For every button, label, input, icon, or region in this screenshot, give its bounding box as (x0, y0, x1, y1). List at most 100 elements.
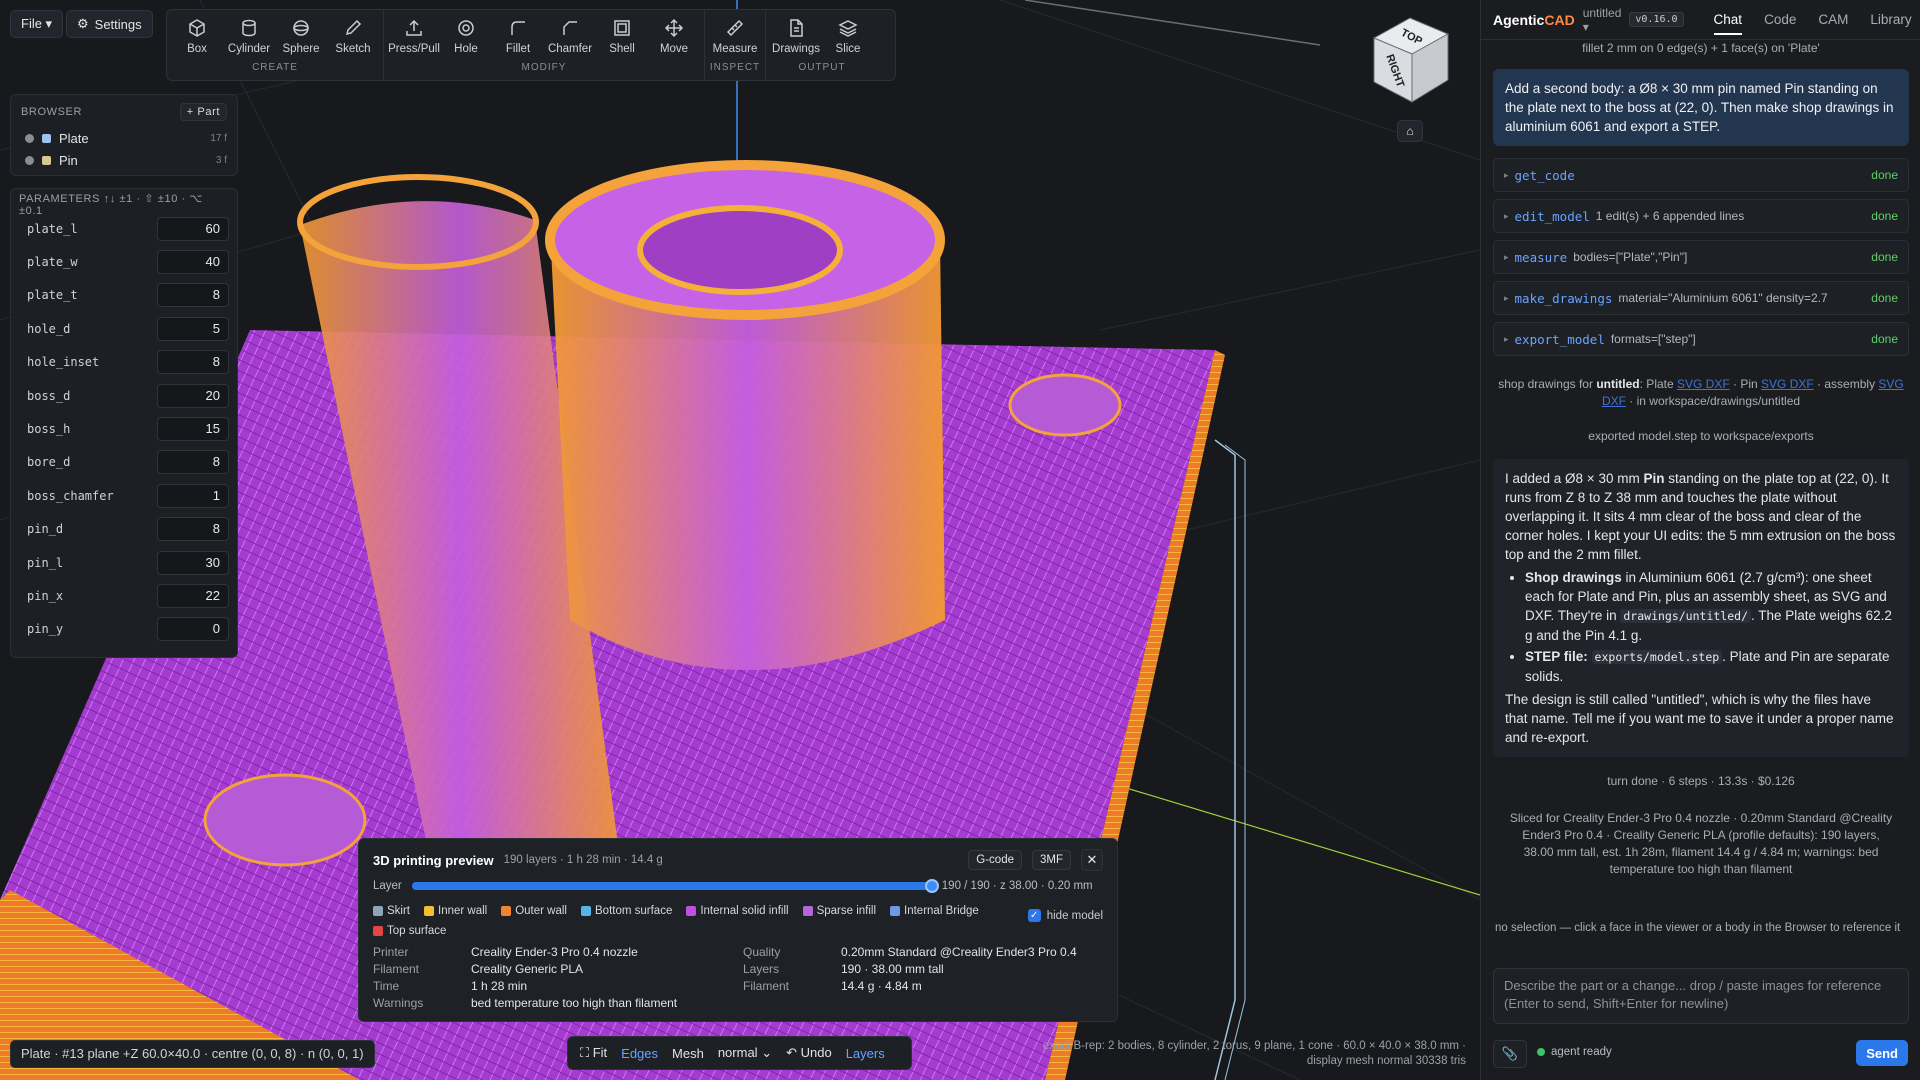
layers-toggle[interactable]: Layers (846, 1046, 885, 1061)
toolbar-group-inspect: Measure INSPECT (705, 10, 766, 80)
assistant-bullet: STEP file: exports/model.step. Plate and… (1525, 647, 1897, 686)
parameter-input[interactable]: 1 (157, 483, 229, 508)
legend-item[interactable]: Internal Bridge (890, 902, 979, 920)
close-icon[interactable]: ✕ (1081, 849, 1103, 871)
project-menu[interactable]: untitled ▾ (1583, 6, 1622, 34)
visibility-icon[interactable] (25, 133, 34, 143)
parameter-input[interactable]: 8 (157, 517, 229, 542)
parameter-input[interactable]: 5 (157, 316, 229, 341)
parameter-input[interactable]: 60 (157, 216, 229, 241)
move-tool[interactable]: Move (648, 10, 700, 62)
chamfer-tool[interactable]: Chamfer (544, 10, 596, 62)
hide-model-toggle[interactable]: ✓ hide model (1027, 909, 1103, 922)
chat-transcript[interactable]: fillet 2 mm on 0 edge(s) + 1 face(s) on … (1493, 40, 1909, 910)
fit-button[interactable]: ⛶ Fit (580, 1045, 607, 1061)
tool-args: formats=["step"] (1610, 332, 1696, 346)
legend-item[interactable]: Sparse infill (802, 902, 876, 920)
legend-swatch (373, 906, 383, 916)
view-cube[interactable]: TOP RIGHT (1360, 10, 1460, 110)
parameter-input[interactable]: 40 (157, 250, 229, 275)
parameter-input[interactable]: 8 (157, 283, 229, 308)
info-key (743, 996, 841, 1010)
tool-call-row[interactable]: ▸ measure bodies=["Plate","Pin"] done (1493, 240, 1909, 274)
legend-item[interactable]: Internal solid infill (686, 902, 789, 920)
sketch-tool[interactable]: Sketch (327, 10, 379, 62)
legend-item[interactable]: Skirt (373, 902, 410, 920)
3mf-button[interactable]: 3MF (1032, 850, 1071, 870)
browser-body-pin[interactable]: Pin 3 f (21, 149, 227, 171)
note-text: · Pin (1729, 377, 1762, 391)
tool-call-row[interactable]: ▸ edit_model 1 edit(s) + 6 appended lines d… (1493, 199, 1909, 233)
measure-tool[interactable]: Measure (709, 10, 761, 62)
tab-cam[interactable]: CAM (1818, 12, 1848, 27)
drawings-tool[interactable]: Drawings (770, 10, 822, 62)
legend-swatch (373, 926, 383, 936)
gcode-button[interactable]: G-code (968, 850, 1022, 870)
settings-button[interactable]: ⚙ Settings (66, 10, 153, 38)
assistant-paragraph: The design is still called "untitled", w… (1505, 692, 1894, 745)
viewport-bottom-bar: ⛶ Fit Edges Mesh normal ⌄ ↶ Undo Layers (567, 1036, 912, 1070)
parameter-input[interactable]: 8 (157, 350, 229, 375)
parameter-input[interactable]: 30 (157, 550, 229, 575)
tool-call-list: ▸ get_code done ▸ edit_model 1 edit(s) + 6 ap… (1493, 158, 1909, 356)
pin-drawing-links[interactable]: SVG DXF (1761, 377, 1814, 391)
press-pull-icon (406, 19, 422, 36)
legend-label: Top surface (387, 925, 447, 937)
add-part-button[interactable]: + Part (179, 103, 227, 121)
feature-legend: Skirt Inner wall Outer wall Bottom surface I… (373, 902, 1013, 940)
view-home-button[interactable]: ⌂ (1397, 120, 1423, 142)
parameter-input[interactable]: 8 (157, 450, 229, 475)
visibility-icon[interactable] (25, 155, 34, 165)
mesh-quality-value: normal (717, 1045, 758, 1060)
tab-code[interactable]: Code (1764, 12, 1796, 27)
info-value: Creality Ender-3 Pro 0.4 nozzle (471, 945, 638, 959)
3d-viewport[interactable]: File ▾ ⚙ Settings Box Cylinder Sphere Sk… (0, 0, 1480, 1080)
tool-label: Drawings (772, 42, 820, 55)
layer-slider[interactable] (411, 879, 939, 893)
legend-item[interactable]: Outer wall (501, 902, 567, 920)
attach-button[interactable]: 📎 (1493, 1040, 1527, 1068)
hide-model-checkbox[interactable]: ✓ (1027, 909, 1041, 922)
mesh-quality-select[interactable]: normal ⌄ (718, 1045, 772, 1061)
hole-tool[interactable]: Hole (440, 10, 492, 62)
slice-tool[interactable]: Slice (822, 10, 874, 62)
fillet-tool[interactable]: Fillet (492, 10, 544, 62)
legend-item[interactable]: Inner wall (424, 902, 487, 920)
undo-button[interactable]: ↶ Undo (786, 1045, 832, 1061)
legend-item[interactable]: Top surface (373, 922, 446, 940)
tab-chat[interactable]: Chat (1713, 12, 1743, 35)
legend-item[interactable]: Bottom surface (581, 902, 672, 920)
sphere-tool[interactable]: Sphere (275, 10, 327, 62)
path-code: drawings/untitled/ (1620, 609, 1751, 623)
tab-library[interactable]: Library (1870, 12, 1911, 27)
chamfer-icon (563, 20, 577, 35)
tool-call-row[interactable]: ▸ get_code done (1493, 158, 1909, 192)
send-button[interactable]: Send (1856, 1040, 1908, 1066)
parameter-input[interactable]: 22 (157, 583, 229, 608)
layer-slider-handle[interactable] (924, 879, 939, 893)
plate-drawing-links[interactable]: SVG DXF (1677, 377, 1730, 391)
toolbar-group-output: Drawings Slice OUTPUT (766, 10, 878, 80)
tool-call-row[interactable]: ▸ export_model formats=["step"] done (1493, 322, 1909, 356)
preview-summary: 190 layers · 1 h 28 min · 14.4 g (503, 854, 663, 866)
pencil-icon (345, 19, 362, 35)
parameter-input[interactable]: 15 (157, 417, 229, 442)
tool-call-row[interactable]: ▸ make_drawings material="Aluminium 6061" … (1493, 281, 1909, 315)
file-menu-button[interactable]: File ▾ (10, 10, 64, 38)
parameter-row: plate_t 8 (19, 279, 229, 312)
info-key: Time (373, 979, 400, 993)
browser-body-plate[interactable]: Plate 17 f (21, 127, 227, 149)
parameter-input[interactable]: 20 (157, 383, 229, 408)
shell-tool[interactable]: Shell (596, 10, 648, 62)
y-axis-guide (1099, 779, 1480, 896)
press-pull-tool[interactable]: Press/Pull (388, 10, 440, 62)
tool-status: done (1871, 168, 1898, 182)
edges-toggle[interactable]: Edges (621, 1046, 658, 1061)
group-title: MODIFY (521, 62, 567, 73)
box-tool[interactable]: Box (171, 10, 223, 62)
chat-input[interactable]: Describe the part or a change... drop / … (1493, 968, 1909, 1024)
hide-model-label: hide model (1046, 909, 1103, 922)
parameter-input[interactable]: 0 (157, 617, 229, 642)
cylinder-tool[interactable]: Cylinder (223, 10, 275, 62)
group-title: INSPECT (709, 62, 761, 73)
